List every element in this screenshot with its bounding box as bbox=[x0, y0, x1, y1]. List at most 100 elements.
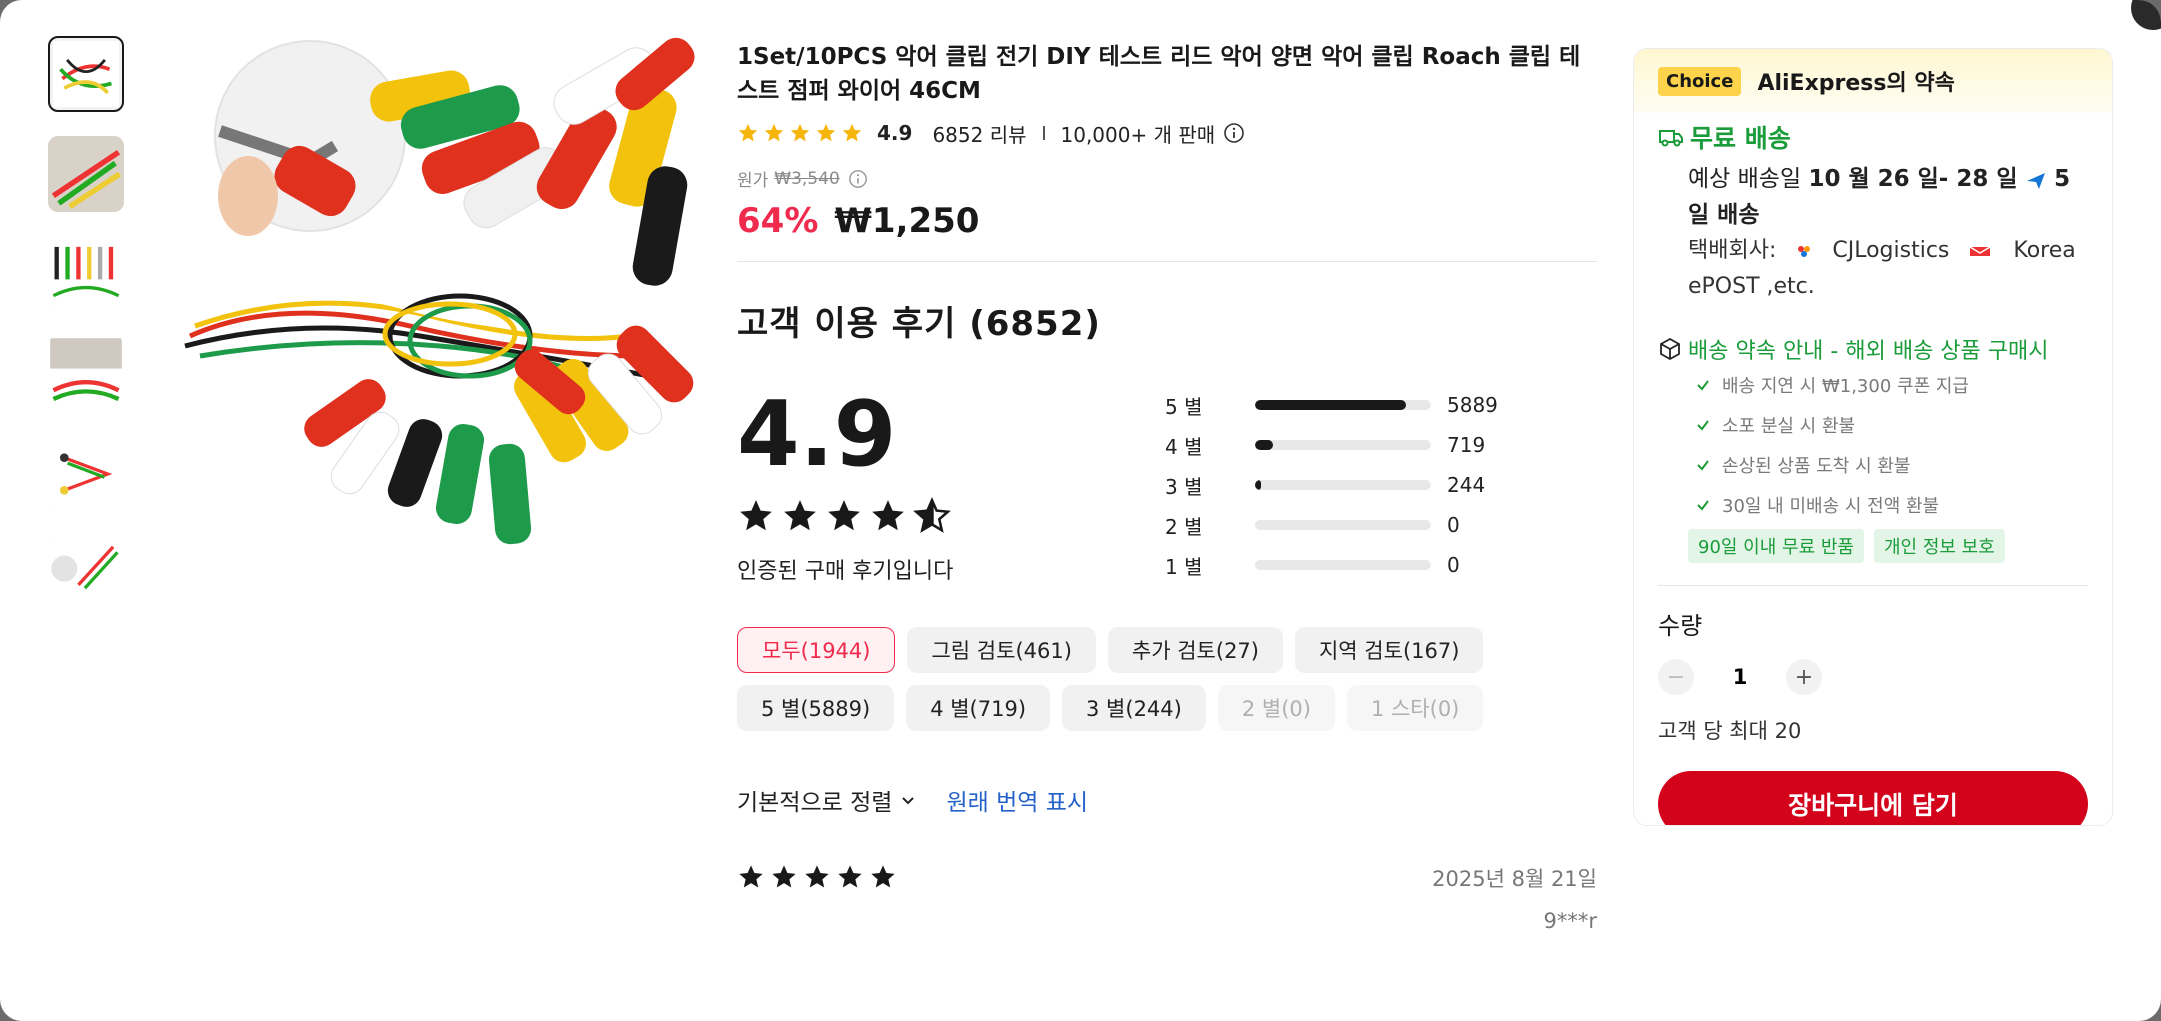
star-icon bbox=[913, 497, 951, 533]
delivery-dates: 10 월 26 일- 28 일 bbox=[1808, 166, 2018, 192]
guarantee-list: 배송 지연 시 ₩1,300 쿠폰 지급소포 분실 시 환불손상된 상품 도착 … bbox=[1658, 365, 2088, 525]
distribution-row: 2 별 0 bbox=[1165, 505, 1498, 545]
divider bbox=[1658, 585, 2088, 586]
average-score: 4.9 bbox=[737, 382, 897, 487]
product-title: 1Set/10PCS 악어 클립 전기 DIY 테스트 리드 악어 양면 악어 … bbox=[737, 44, 1581, 104]
distribution-count: 0 bbox=[1447, 553, 1460, 577]
delivery-guarantee-title: 배송 약속 안내 - 해외 배송 상품 구매시 bbox=[1658, 333, 2088, 365]
distribution-count: 719 bbox=[1447, 433, 1486, 457]
distribution-label: 2 별 bbox=[1165, 514, 1203, 539]
star-icon bbox=[738, 123, 758, 142]
original-price-line: 원가 ₩3,540 bbox=[737, 166, 1597, 191]
quantity-value[interactable]: 1 bbox=[1694, 665, 1786, 689]
distribution-label: 1 별 bbox=[1165, 554, 1203, 579]
product-modal: 1Set/10PCS 악어 클립 전기 DIY 테스트 리드 악어 양면 악어 … bbox=[0, 0, 2161, 1021]
sort-label: 기본적으로 정렬 bbox=[737, 790, 893, 816]
quantity-label: 수량 bbox=[1658, 612, 1703, 640]
thumbnail-4[interactable] bbox=[48, 336, 124, 412]
epost-logo-icon bbox=[1970, 246, 1991, 256]
star-icon bbox=[838, 865, 862, 888]
sort-dropdown[interactable]: 기본적으로 정렬 bbox=[737, 783, 916, 817]
free-shipping-label: 무료 배송 bbox=[1690, 124, 1791, 153]
distribution-bar bbox=[1255, 440, 1431, 450]
distribution-bar bbox=[1255, 400, 1431, 410]
show-original-translation-link[interactable]: 원래 번역 표시 bbox=[946, 783, 1088, 817]
sale-price: ₩1,250 bbox=[834, 201, 980, 241]
distribution-bar bbox=[1255, 560, 1431, 570]
delivery-guarantee-label: 배송 약속 안내 - 해외 배송 상품 구매시 bbox=[1688, 339, 2049, 364]
thumbnail-2[interactable] bbox=[48, 136, 124, 212]
price-line: 64% ₩1,250 bbox=[737, 201, 1597, 241]
guarantee-item: 손상된 상품 도착 시 환불 bbox=[1658, 445, 2088, 485]
thumbnail-1[interactable] bbox=[48, 36, 124, 112]
review-filters: 모두(1944) 그림 검토(461) 추가 검토(27) 지역 검토(167) 5 별… bbox=[737, 627, 1597, 731]
quantity-stepper: − 1 + bbox=[1658, 659, 2088, 695]
divider bbox=[737, 261, 1597, 262]
guarantee-text: 손상된 상품 도착 시 환불 bbox=[1722, 456, 1911, 477]
box-icon bbox=[1660, 337, 1680, 361]
info-icon[interactable] bbox=[848, 169, 868, 189]
check-icon bbox=[1697, 420, 1709, 431]
review-item: 2025년 8월 21일 9***r bbox=[737, 863, 1597, 963]
filter-chip[interactable]: 4 별(719) bbox=[906, 685, 1051, 731]
service-tag[interactable]: 90일 이내 무료 반품 bbox=[1688, 529, 1864, 563]
guarantee-item: 배송 지연 시 ₩1,300 쿠폰 지급 bbox=[1658, 365, 2088, 405]
reviews-heading: 고객 이용 후기 (6852) bbox=[737, 304, 1101, 344]
max-per-customer: 고객 당 최대 20 bbox=[1658, 719, 1802, 743]
check-icon bbox=[1697, 500, 1709, 511]
filter-chip[interactable]: 2 별(0) bbox=[1217, 685, 1335, 731]
sold-count: 10,000+ 개 판매 bbox=[1060, 122, 1216, 147]
close-icon[interactable] bbox=[2131, 0, 2161, 30]
original-price: ₩3,540 bbox=[774, 168, 840, 189]
original-price-label: 원가 bbox=[737, 171, 769, 191]
filter-chip[interactable]: 1 스타(0) bbox=[1346, 685, 1484, 731]
distribution-label: 3 별 bbox=[1165, 474, 1203, 499]
rating-distribution: 5 별 5889 4 별 719 3 별 244 2 별 0 1 별 0 bbox=[1165, 385, 1498, 585]
product-info: 1Set/10PCS 악어 클립 전기 DIY 테스트 리드 악어 양면 악어 … bbox=[737, 36, 1597, 963]
filter-chip[interactable]: 모두(1944) bbox=[737, 627, 896, 673]
delivery-prefix: 예상 배송일 bbox=[1688, 166, 1802, 192]
product-main-image[interactable] bbox=[160, 36, 700, 596]
filter-chip[interactable]: 5 별(5889) bbox=[737, 685, 895, 731]
filter-chip[interactable]: 지역 검토(167) bbox=[1294, 627, 1484, 673]
filter-chip[interactable]: 추가 검토(27) bbox=[1107, 627, 1283, 673]
decrease-quantity-button[interactable]: − bbox=[1658, 659, 1694, 695]
review-count-link[interactable]: 6852 리뷰 bbox=[932, 119, 1026, 148]
service-tag[interactable]: 개인 정보 보호 bbox=[1874, 529, 2005, 563]
increase-quantity-button[interactable]: + bbox=[1786, 659, 1822, 695]
separator bbox=[1042, 126, 1045, 140]
distribution-bar bbox=[1255, 480, 1431, 490]
discount-percent: 64% bbox=[737, 201, 819, 241]
distribution-row: 1 별 0 bbox=[1165, 545, 1498, 585]
star-icon bbox=[816, 123, 836, 142]
distribution-bar-fill bbox=[1255, 480, 1262, 490]
star-icon bbox=[739, 865, 763, 888]
rating-summary-line: 4.9 6852 리뷰 10,000+ 개 판매 bbox=[737, 118, 1597, 148]
courier-cj: CJLogistics bbox=[1832, 238, 1950, 263]
star-icon bbox=[842, 123, 862, 142]
star-icon bbox=[740, 500, 772, 531]
thumbnail-3[interactable] bbox=[48, 236, 124, 312]
courier-info: 택배회사: CJLogistics Korea ePOST ,etc. bbox=[1658, 233, 2088, 305]
cj-logo-icon bbox=[1798, 246, 1811, 257]
filter-chip[interactable]: 3 별(244) bbox=[1062, 685, 1206, 731]
courier-prefix: 택배회사: bbox=[1688, 238, 1777, 263]
distribution-row: 5 별 5889 bbox=[1165, 385, 1498, 425]
star-icon bbox=[764, 123, 784, 142]
guarantee-item: 30일 내 미배송 시 전액 환불 bbox=[1658, 485, 2088, 525]
guarantee-item: 소포 분실 시 환불 bbox=[1658, 405, 2088, 445]
review-stars bbox=[737, 863, 897, 891]
add-to-cart-button[interactable]: 장바구니에 담기 bbox=[1658, 771, 2088, 825]
thumbnail-6[interactable] bbox=[48, 536, 124, 612]
review-user: 9***r bbox=[1543, 909, 1598, 933]
truck-icon bbox=[1659, 130, 1683, 147]
promise-title: AliExpress의 약속 bbox=[1757, 71, 1955, 96]
guarantee-text: 배송 지연 시 ₩1,300 쿠폰 지급 bbox=[1722, 376, 1969, 397]
review-summary: 4.9 인증된 구매 후기입니다 5 별 5889 4 별 719 3 별 244 2 별 0… bbox=[737, 385, 1597, 605]
distribution-label: 4 별 bbox=[1165, 434, 1203, 459]
filter-chip[interactable]: 그림 검토(461) bbox=[907, 627, 1096, 673]
thumbnail-5[interactable] bbox=[48, 436, 124, 512]
info-icon[interactable] bbox=[1223, 122, 1245, 144]
distribution-bar bbox=[1255, 520, 1431, 530]
star-icon bbox=[790, 123, 810, 142]
